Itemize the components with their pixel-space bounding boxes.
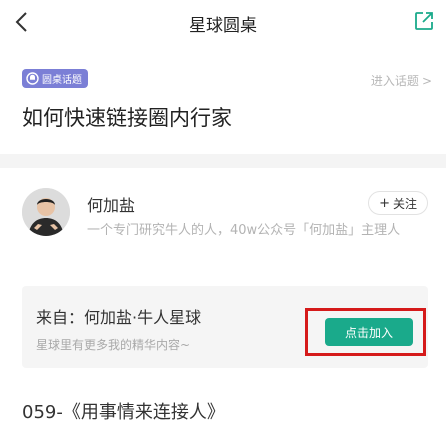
planet-card[interactable]: 来自：何加盐·牛人星球 星球里有更多我的精华内容~ 点击加入 [22, 286, 428, 368]
topic-header: 圆桌话题 进入话题 > 如何快速链接圈内行家 [0, 44, 446, 166]
topic-badge-label: 圆桌话题 [42, 75, 82, 86]
section-divider [0, 154, 446, 168]
enter-topic-label: 进入话题 [370, 74, 419, 88]
article-title: 059-《用事情来连接人》 [22, 402, 225, 423]
planet-source: 来自：何加盐·牛人星球 [36, 308, 202, 327]
follow-button[interactable]: + 关注 [368, 191, 428, 215]
share-external-icon[interactable] [414, 11, 434, 31]
author-name[interactable]: 何加盐 [87, 192, 135, 216]
topic-title: 如何快速链接圈内行家 [22, 106, 232, 130]
chevron-right-icon: > [421, 73, 432, 88]
page-title: 星球圆桌 [189, 16, 257, 36]
topic-badge: 圆桌话题 [22, 69, 88, 88]
enter-topic-link[interactable]: 进入话题 > [371, 72, 432, 89]
avatar[interactable] [22, 188, 70, 236]
follow-label: 关注 [392, 196, 417, 211]
author-bio: 一个专门研究牛人的人，40w公众号「何加盐」主理人 [87, 223, 401, 238]
post-content: 何加盐 + 关注 一个专门研究牛人的人，40w公众号「何加盐」主理人 来自：何加… [0, 168, 446, 438]
roundtable-icon [26, 72, 39, 85]
avatar-image [22, 188, 70, 236]
navbar: 星球圆桌 [0, 0, 446, 44]
planet-description: 星球里有更多我的精华内容~ [36, 338, 191, 352]
join-button[interactable]: 点击加入 [325, 318, 413, 346]
plus-icon: + [379, 195, 390, 211]
